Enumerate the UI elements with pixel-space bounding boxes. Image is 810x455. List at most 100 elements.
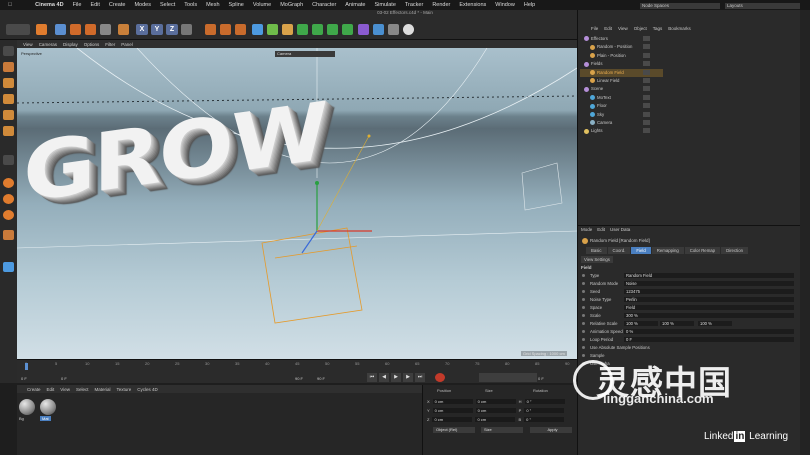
object-row[interactable]: Random - Position <box>580 43 663 51</box>
keyframe-dot-icon[interactable] <box>582 314 585 317</box>
object-row[interactable]: Sky <box>580 111 663 119</box>
position-x-field[interactable]: 0 cm <box>432 399 473 404</box>
visibility-toggle[interactable] <box>643 86 650 92</box>
cloner-icon[interactable] <box>312 24 323 35</box>
rotation-h-field[interactable]: 0 ° <box>524 399 565 404</box>
timeline[interactable]: 051015202530354045505560657075808590 0 F… <box>17 359 577 383</box>
viewport-menu-filter[interactable]: Filter <box>105 42 115 47</box>
tab-color-remap[interactable]: Color Remap <box>684 247 721 254</box>
size-x-field[interactable]: 0 cm <box>475 399 516 404</box>
keyframe-dot-icon[interactable] <box>582 354 585 357</box>
deformer-icon[interactable] <box>327 24 338 35</box>
visibility-toggle[interactable] <box>643 94 650 100</box>
visibility-toggle[interactable] <box>643 128 650 134</box>
material-swatch-mat[interactable] <box>40 399 56 415</box>
attribute-value-field[interactable]: 123475 <box>624 289 794 294</box>
keyframe-dot-icon[interactable] <box>582 306 585 309</box>
layouts-dropdown[interactable]: Layouts <box>725 3 800 9</box>
material-menu-edit[interactable]: Edit <box>47 387 55 392</box>
viewport-menu-view[interactable]: View <box>23 42 33 47</box>
coord-mode-select[interactable]: Object (Rel) <box>433 427 475 433</box>
material-menu-view[interactable]: View <box>60 387 70 392</box>
apply-button[interactable]: Apply <box>530 427 572 433</box>
attr-menu-user-data[interactable]: User Data <box>610 227 630 232</box>
light-icon[interactable] <box>388 24 399 35</box>
visibility-toggle[interactable] <box>643 111 650 117</box>
attr-menu-edit[interactable]: Edit <box>597 227 605 232</box>
key-tools-icon[interactable] <box>479 373 537 382</box>
object-row[interactable]: Camera <box>580 119 663 127</box>
play-icon[interactable]: ▶ <box>391 373 401 382</box>
y-axis-lock-button[interactable]: Y <box>151 24 163 35</box>
snap-settings-icon[interactable] <box>3 194 14 204</box>
render-view-icon[interactable] <box>205 24 216 35</box>
menu-create[interactable]: Create <box>109 2 126 8</box>
material-swatch-bg[interactable] <box>19 399 35 415</box>
keyframe-dot-icon[interactable] <box>582 346 585 349</box>
app-name[interactable]: Cinema 4D <box>35 2 63 8</box>
rotation-b-field[interactable]: 0 ° <box>524 417 565 422</box>
next-key-icon[interactable]: ▶ <box>403 373 413 382</box>
z-axis-lock-button[interactable]: Z <box>166 24 178 35</box>
tab-direction[interactable]: Direction <box>721 247 749 254</box>
coordinate-system-icon[interactable] <box>181 24 192 35</box>
menu-window[interactable]: Window <box>495 2 515 8</box>
quantize-icon[interactable] <box>3 210 14 220</box>
model-mode-icon[interactable] <box>3 62 14 72</box>
frame-max[interactable]: 90 F <box>317 376 325 381</box>
visibility-toggle[interactable] <box>643 103 650 109</box>
visibility-toggle[interactable] <box>643 69 650 75</box>
tab-field[interactable]: Field <box>631 247 651 254</box>
object-row[interactable]: Fields <box>580 60 663 68</box>
visibility-toggle[interactable] <box>643 61 650 67</box>
lock-icon[interactable] <box>3 230 14 240</box>
keyframe-dot-icon[interactable] <box>582 282 585 285</box>
menu-tools[interactable]: Tools <box>184 2 197 8</box>
object-menu-file[interactable]: File <box>591 26 598 31</box>
bulb-icon[interactable] <box>403 24 414 35</box>
viewport-menu-display[interactable]: Display <box>63 42 78 47</box>
field-icon[interactable] <box>342 24 353 35</box>
camera-icon[interactable] <box>373 24 384 35</box>
undo-icon[interactable] <box>6 24 30 35</box>
object-row[interactable]: Scene <box>580 85 663 93</box>
transform-icon[interactable] <box>118 24 129 35</box>
scene-icon[interactable] <box>358 24 369 35</box>
menu-render[interactable]: Render <box>432 2 450 8</box>
size-mode-select[interactable]: Size <box>481 427 523 433</box>
visibility-toggle[interactable] <box>643 120 650 125</box>
menu-mesh[interactable]: Mesh <box>206 2 219 8</box>
scale-icon[interactable] <box>70 24 81 35</box>
menu-tracker[interactable]: Tracker <box>405 2 423 8</box>
visibility-toggle[interactable] <box>643 44 650 50</box>
render-picture-viewer-icon[interactable] <box>220 24 231 35</box>
node-spaces-dropdown[interactable]: Node Spaces <box>640 3 720 9</box>
render-settings-icon[interactable] <box>235 24 246 35</box>
rotation-p-field[interactable]: 0 ° <box>524 408 565 413</box>
workplane-icon[interactable] <box>3 155 14 165</box>
tab-view-settings[interactable]: View Settings <box>581 256 613 263</box>
record-icon[interactable] <box>435 373 445 382</box>
menu-select[interactable]: Select <box>160 2 175 8</box>
attribute-value-field[interactable]: 300 % <box>624 313 794 318</box>
cube-icon[interactable] <box>252 24 263 35</box>
menu-simulate[interactable]: Simulate <box>374 2 395 8</box>
menu-animate[interactable]: Animate <box>345 2 365 8</box>
attribute-value-field[interactable]: 100 % <box>624 321 658 326</box>
menu-help[interactable]: Help <box>524 2 535 8</box>
viewport-menu-panel[interactable]: Panel <box>121 42 133 47</box>
menu-mograph[interactable]: MoGraph <box>280 2 303 8</box>
position-z-field[interactable]: 0 cm <box>432 417 473 422</box>
material-menu-cycles[interactable]: Cycles 4D <box>137 387 158 392</box>
material-menu-create[interactable]: Create <box>27 387 41 392</box>
keyframe-dot-icon[interactable] <box>582 338 585 341</box>
object-menu-edit[interactable]: Edit <box>604 26 612 31</box>
menu-spline[interactable]: Spline <box>229 2 244 8</box>
keyframe-dot-icon[interactable] <box>582 322 585 325</box>
attribute-value-field[interactable]: 100 % <box>698 321 732 326</box>
object-row[interactable]: MoText <box>580 94 663 102</box>
attribute-value-field[interactable]: Field <box>624 305 794 310</box>
polygons-mode-icon[interactable] <box>3 126 14 136</box>
mograph-icon[interactable] <box>282 24 293 35</box>
make-editable-icon[interactable] <box>3 46 14 56</box>
